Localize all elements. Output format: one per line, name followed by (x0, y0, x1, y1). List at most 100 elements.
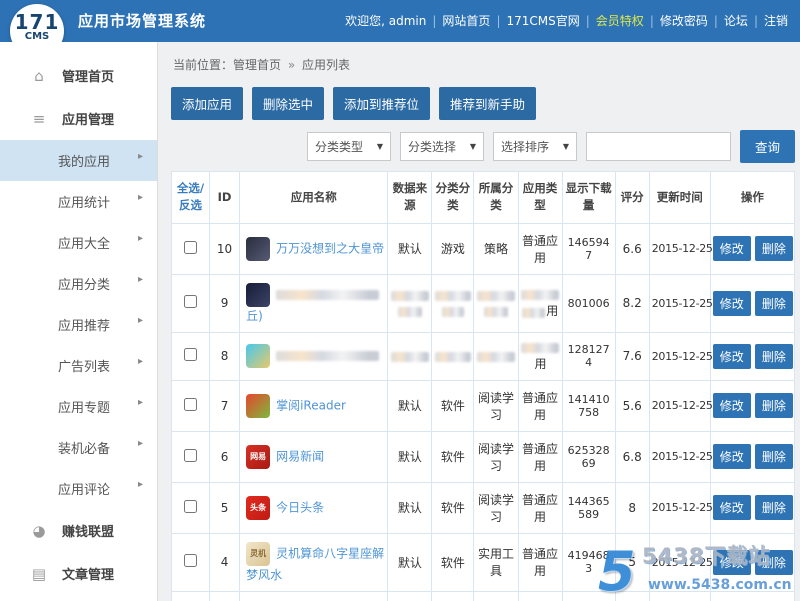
row-checkbox[interactable] (184, 295, 198, 308)
delete-button[interactable]: 删除 (754, 549, 793, 575)
cell-source: 默认 (387, 590, 433, 601)
delete-button[interactable]: 删除 (754, 393, 793, 418)
pipe-separator: | (585, 14, 590, 28)
delete-selected-button[interactable]: 删除选中 (252, 87, 325, 120)
app-icon (246, 344, 271, 368)
cell-cat-type: 软件 (431, 481, 475, 534)
col-app-name: 应用名称 (239, 171, 389, 224)
select-all-link[interactable]: 全选/反选 (177, 181, 204, 212)
add-app-button[interactable]: 添加应用 (171, 87, 244, 120)
delete-button[interactable]: 删除 (754, 343, 793, 369)
cell-cat-type: 软件 (431, 532, 475, 592)
sidebar-item-template-management[interactable]: ▦模板管理 (0, 595, 157, 601)
table-row: 6 网易 网易新闻 默认 软件 阅读学习 普通应用 62532869 6.8 2015-12-25… (170, 430, 796, 483)
forum-link[interactable]: 论坛 (724, 14, 748, 28)
visible-fragment: 用 (546, 303, 559, 318)
caret-down-icon: ▼ (469, 142, 476, 151)
sidebar-item-app-management[interactable]: ≡ 应用管理 (0, 97, 157, 140)
sidebar-subitem-app-recommend[interactable]: 应用推荐 ▸ (0, 304, 157, 345)
cell-category: 策略 (473, 222, 519, 275)
sidebar-subitem-label: 应用大全 (58, 237, 111, 252)
app-icon: 灵机 (246, 541, 271, 566)
add-to-recommend-button[interactable]: 添加到推荐位 (333, 87, 431, 120)
cell-checkbox (170, 430, 211, 483)
edit-button[interactable]: 修改 (712, 393, 751, 418)
row-checkbox[interactable] (184, 448, 198, 462)
edit-button[interactable]: 修改 (712, 343, 751, 369)
pipe-separator: | (649, 14, 654, 28)
sidebar-item-money-union[interactable]: ◕ 赚钱联盟 (0, 509, 157, 552)
official-site-link[interactable]: 171CMS官网 (506, 14, 579, 28)
sidebar-subitem-my-apps[interactable]: 我的应用 ▸ (0, 140, 157, 181)
delete-button[interactable]: 删除 (754, 236, 793, 261)
edit-button[interactable]: 修改 (712, 549, 751, 575)
sidebar-subitem-app-topics[interactable]: 应用专题 ▸ (0, 386, 157, 427)
sidebar-subitem-app-category[interactable]: 应用分类 ▸ (0, 263, 157, 304)
edit-button[interactable]: 修改 (712, 290, 751, 316)
sidebar-subitem-ad-list[interactable]: 广告列表 ▸ (0, 345, 157, 386)
sidebar-subitem-app-stats[interactable]: 应用统计 ▸ (0, 181, 157, 222)
row-checkbox[interactable] (184, 397, 198, 411)
recommend-newbie-button[interactable]: 推荐到新手助 (439, 87, 537, 120)
app-name-link[interactable]: 掌阅iReader (276, 398, 346, 412)
sidebar-subitem-app-all[interactable]: 应用大全 ▸ (0, 222, 157, 263)
query-button[interactable]: 查询 (739, 130, 795, 163)
filter-category-select[interactable]: 分类选择 ▼ (399, 132, 484, 161)
cell-app-name: 掌阅iReader (239, 379, 389, 432)
filter-sort-select[interactable]: 选择排序 ▼ (492, 132, 577, 161)
col-select-all: 全选/反选 (170, 171, 211, 224)
app-name-link[interactable]: 今日头条 (276, 500, 324, 514)
sidebar-subitem-app-comments[interactable]: 应用评论 ▸ (0, 468, 157, 509)
filter-category-type-select[interactable]: 分类类型 ▼ (306, 132, 391, 161)
cell-updated: 2015-12-25 (648, 430, 713, 483)
cell-category: 阅读学习 (473, 481, 519, 534)
delete-button[interactable]: 删除 (754, 444, 793, 469)
site-home-link[interactable]: 网站首页 (442, 14, 490, 28)
row-checkbox[interactable] (184, 348, 198, 361)
cell-app-type: 普通应用 (517, 532, 563, 592)
edit-button[interactable]: 修改 (712, 444, 751, 469)
sidebar-subitem-essential-apps[interactable]: 装机必备 ▸ (0, 427, 157, 468)
row-checkbox[interactable] (184, 499, 198, 513)
censored-blur (441, 307, 465, 318)
sidebar-item-home[interactable]: ⌂ 管理首页 (0, 54, 157, 97)
cell-app-type: 普通应用 (517, 222, 563, 275)
app-name-link[interactable]: 网易新闻 (276, 449, 324, 463)
cell-downloads: 144365589 (561, 481, 616, 534)
sidebar-item-label: 管理首页 (62, 70, 115, 85)
table-row: 10 万万没想到之大皇帝 默认 游戏 策略 普通应用 1465947 6.6 2015-12-2… (170, 222, 796, 275)
cell-id: 9 (209, 273, 241, 333)
cell-category: 阅读学习 (473, 590, 519, 601)
home-icon: ⌂ (34, 66, 44, 85)
app-name-link[interactable]: 丘) (246, 309, 263, 323)
delete-button[interactable]: 删除 (754, 290, 793, 316)
edit-button[interactable]: 修改 (712, 495, 751, 520)
cell-source: 默认 (387, 379, 433, 432)
cell-downloads: 1281274 (561, 331, 616, 381)
row-checkbox[interactable] (184, 554, 198, 567)
delete-button[interactable]: 删除 (754, 495, 793, 520)
app-name-link[interactable]: 万万没想到之大皇帝 (276, 241, 384, 255)
edit-button[interactable]: 修改 (712, 236, 751, 261)
cell-checkbox (170, 273, 211, 333)
member-privilege-link[interactable]: 会员特权 (596, 14, 644, 28)
cell-actions: 修改删除 (709, 379, 796, 432)
sidebar-subitem-label: 应用统计 (58, 196, 111, 211)
cell-category: 实用工具 (473, 532, 519, 592)
table-row: 5 头条 今日头条 默认 软件 阅读学习 普通应用 144365589 8 2015-12-25 修… (170, 481, 796, 534)
page-title: 应用市场管理系统 (78, 12, 207, 30)
change-password-link[interactable]: 修改密码 (660, 14, 708, 28)
cell-updated: 2015-12-25 (648, 222, 713, 275)
cell-updated: 2015-12-25 (648, 532, 713, 592)
sidebar-item-article-management[interactable]: ▤ 文章管理 (0, 552, 157, 595)
censored-blur (276, 289, 380, 300)
logout-link[interactable]: 注销 (764, 14, 788, 28)
row-checkbox[interactable] (184, 240, 198, 254)
welcome-admin[interactable]: 欢迎您, admin (345, 14, 426, 28)
sidebar-subitem-label: 应用推荐 (58, 319, 111, 334)
cell-id: 5 (209, 481, 241, 534)
chevron-right-icon: ▸ (137, 315, 143, 326)
cell-downloads: 801006 (561, 273, 616, 333)
search-input[interactable] (585, 132, 731, 161)
pipe-separator: | (713, 14, 718, 28)
